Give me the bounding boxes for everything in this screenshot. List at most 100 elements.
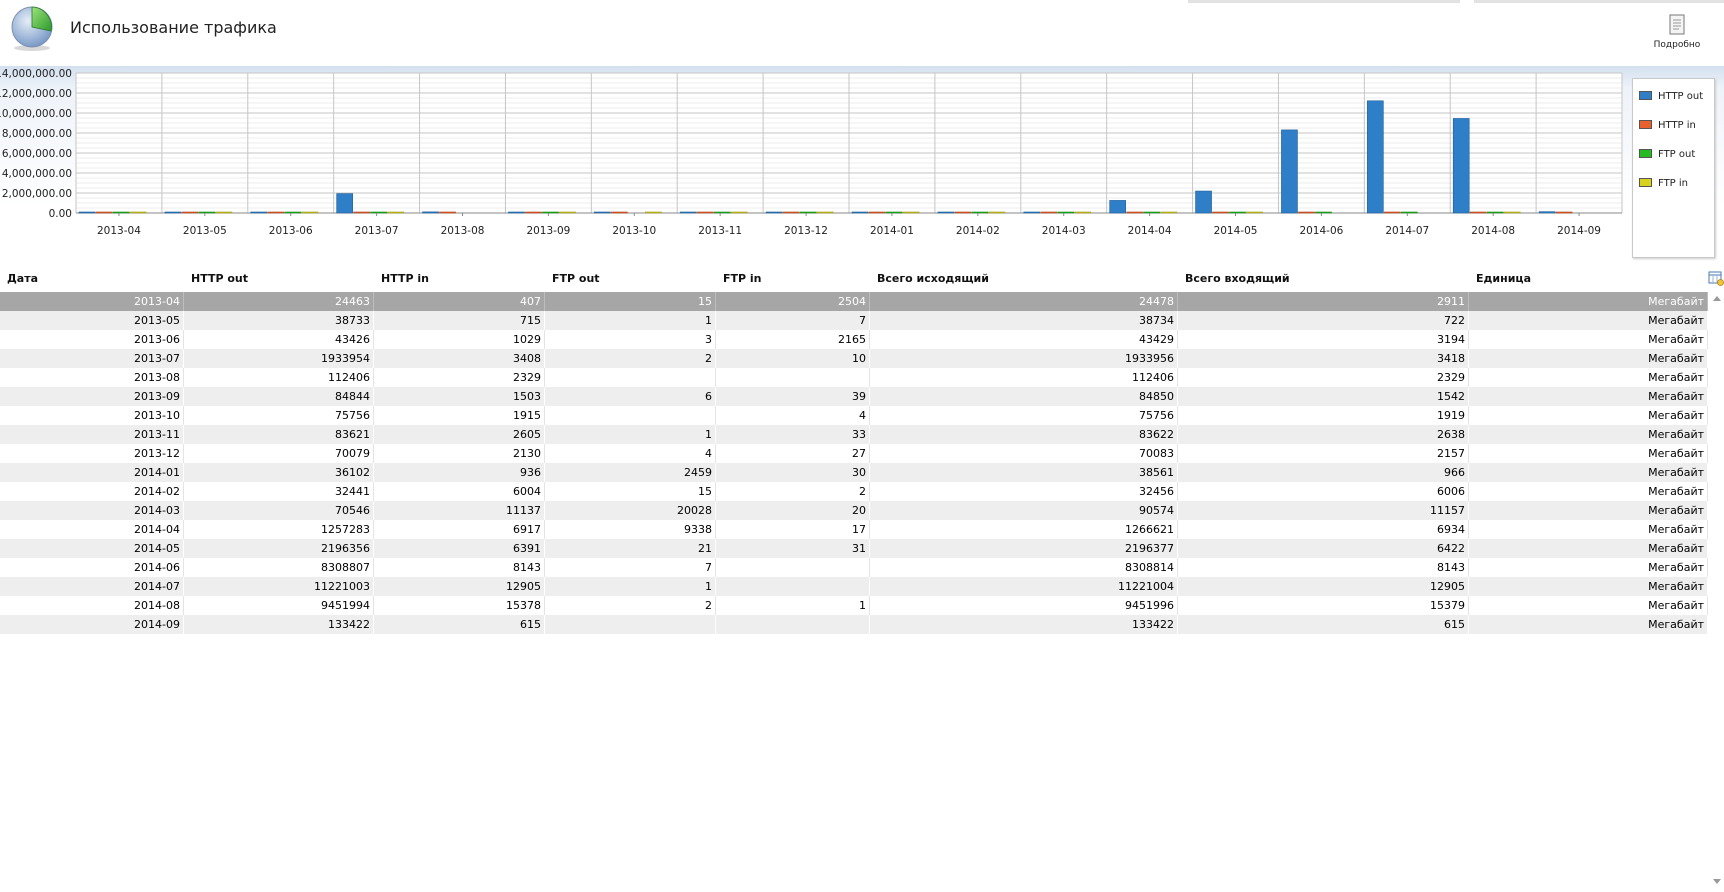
table-cell: 6 [545,387,716,406]
x-tick-label: 2013-11 [698,225,742,237]
x-tick-label: 2014-06 [1299,225,1343,237]
table-cell: 7 [716,311,870,330]
table-cell: 3 [545,330,716,349]
legend-swatch [1639,120,1652,129]
table-cell: 3408 [374,349,545,368]
table-scrollbar[interactable] [1709,290,1724,890]
legend-swatch [1639,149,1652,158]
bar-ftp-out [112,211,130,214]
table-row[interactable]: 2013-09 84844 1503 6 39 84850 1542 Мегабайт [0,387,1708,406]
y-tick-label: 12,000,000.00 [0,88,72,100]
table-cell: 70083 [870,444,1178,463]
table-cell: 1503 [374,387,545,406]
legend-item: FTP out [1639,149,1695,163]
table-cell: 11221004 [870,577,1178,596]
table-cell: 8143 [374,558,545,577]
table-row[interactable]: 2014-04 1257283 6917 9338 17 1266621 6934 Мегаб… [0,520,1708,539]
bar-ftp-in [816,211,834,214]
table-row[interactable]: 2013-10 75756 1915 4 75756 1919 Мегабайт [0,406,1708,425]
bar-ftp-in [902,211,920,214]
bar-http-in [954,211,972,214]
bar-ftp-out [1057,211,1075,214]
x-tick-label: 2014-04 [1128,225,1172,237]
table-cell: 2459 [545,463,716,482]
bar-http-out [594,211,611,214]
table-row[interactable]: 2013-05 38733 715 1 7 38734 722 Мегабайт [0,311,1708,330]
bar-ftp-out [799,211,817,214]
x-tick-label: 2013-06 [269,225,313,237]
scroll-up-arrow-icon[interactable] [1713,296,1721,301]
bar-http-out [508,211,525,214]
bar-http-in [525,211,542,214]
bar-http-out [1023,211,1041,214]
column-header[interactable]: FTP out [552,272,600,285]
bar-http-in [1298,211,1315,214]
table-cell: Мегабайт [1469,311,1708,330]
column-header[interactable]: Всего исходящий [877,272,989,285]
bar-http-out [1195,190,1212,214]
table-cell: 112406 [184,368,374,387]
bar-ftp-in [1074,211,1092,214]
table-row[interactable]: 2014-01 36102 936 2459 30 38561 966 Мегабайт [0,463,1708,482]
table-row[interactable]: 2014-02 32441 6004 15 2 32456 6006 Мегабайт [0,482,1708,501]
y-tick-label: 14,000,000.00 [0,68,72,80]
column-header[interactable]: Дата [7,272,38,285]
bar-ftp-in [1160,211,1177,214]
table-cell: Мегабайт [1469,425,1708,444]
scroll-down-arrow-icon[interactable] [1713,879,1721,884]
table-settings-icon[interactable] [1708,270,1724,286]
column-header[interactable]: FTP in [723,272,762,285]
column-header[interactable]: HTTP out [191,272,248,285]
table-row[interactable]: 2014-05 2196356 6391 21 31 2196377 6422 Мегабай… [0,539,1708,558]
table-cell: 43429 [870,330,1178,349]
table-row[interactable]: 2013-12 70079 2130 4 27 70083 2157 Мегабайт [0,444,1708,463]
bar-http-in [267,211,285,214]
x-tick-label: 2013-05 [183,225,227,237]
table-cell: 1 [545,577,716,596]
bar-http-in [1126,211,1143,214]
table-cell: 2 [545,596,716,615]
table-row[interactable]: 2014-08 9451994 15378 2 1 9451996 15379 Мегабай… [0,596,1708,615]
table-cell: 4 [716,406,870,425]
table-row[interactable]: 2013-06 43426 1029 3 2165 43429 3194 Мегабайт [0,330,1708,349]
column-header[interactable]: HTTP in [381,272,429,285]
table-cell: 43426 [184,330,374,349]
table-cell: 75756 [184,406,374,425]
table-row[interactable]: 2014-06 8308807 8143 7 8308814 8143 Мегабайт [0,558,1708,577]
table-row[interactable]: 2013-07 1933954 3408 2 10 1933956 3418 Мегабайт [0,349,1708,368]
table-cell: 38734 [870,311,1178,330]
y-tick-label: 10,000,000.00 [0,108,72,120]
table-row[interactable]: 2014-03 70546 11137 20028 20 90574 11157 Мегаба… [0,501,1708,520]
table-row[interactable]: 2014-07 11221003 12905 1 11221004 12905 Мегаба… [0,577,1708,596]
bar-http-in [1555,211,1573,214]
table-cell: 8308807 [184,558,374,577]
table-cell: 70546 [184,501,374,520]
table-row[interactable]: 2014-09 133422 615 133422 615 Мегабайт [0,615,1708,634]
table-row[interactable]: 2013-11 83621 2605 1 33 83622 2638 Мегабайт [0,425,1708,444]
page-title: Использование трафика [70,18,277,37]
bar-http-out [765,211,783,214]
table-cell: 2014-02 [0,482,184,501]
table-cell: 2014-04 [0,520,184,539]
table-cell: 2013-08 [0,368,184,387]
y-tick-label: 6,000,000.00 [2,148,72,160]
details-button[interactable]: Подробно [1644,14,1710,56]
bar-ftp-out [198,211,216,214]
table-cell: 2130 [374,444,545,463]
table-cell: 2013-04 [0,292,184,311]
table-row[interactable]: 2013-04 24463 407 15 2504 24478 2911 Мегабайт [0,292,1708,311]
traffic-chart: 0.00 2,000,000.00 4,000,000.00 6,000,000.00… [0,66,1724,264]
column-header[interactable]: Всего входящий [1185,272,1290,285]
bar-ftp-in [645,211,662,214]
table-cell: 6422 [1178,539,1469,558]
column-header[interactable]: Единица [1476,272,1531,285]
bar-http-out [1367,100,1384,214]
table-cell: 11221003 [184,577,374,596]
x-tick-label: 2013-10 [612,225,656,237]
table-row[interactable]: 2013-08 112406 2329 112406 2329 Мегабайт [0,368,1708,387]
table-cell: 1933954 [184,349,374,368]
bar-http-out [250,211,268,214]
table-cell: 2196377 [870,539,1178,558]
table-cell: 6391 [374,539,545,558]
table-cell: 1542 [1178,387,1469,406]
